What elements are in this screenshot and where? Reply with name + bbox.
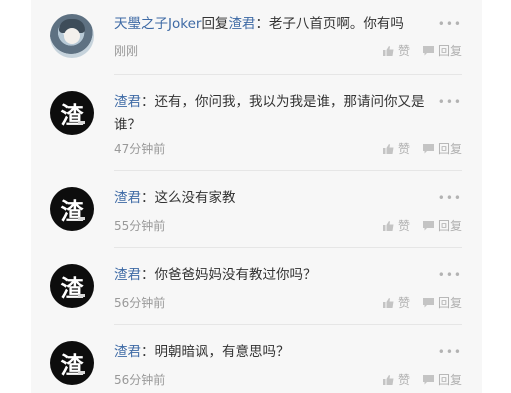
more-dots-icon[interactable]: ••• [438, 95, 462, 109]
comment-time: 47分钟前 [114, 142, 166, 156]
like-button[interactable]: 赞 [382, 42, 410, 59]
comment-text: 渣君：还有，你问我，我以为我是谁，那请问你又是谁？ [114, 91, 444, 137]
chat-bubble-icon [422, 374, 434, 384]
comment-time: 56分钟前 [114, 373, 166, 387]
avatar-glyph: 渣 [60, 352, 84, 379]
avatar[interactable]: 渣 [50, 341, 94, 385]
reply-target-username[interactable]: 渣君 [228, 16, 255, 32]
thumbs-up-icon [382, 45, 394, 56]
reply-button[interactable]: 回复 [422, 140, 462, 157]
avatar-stamp [78, 217, 85, 220]
more-dots-icon[interactable]: ••• [438, 191, 462, 205]
like-button[interactable]: 赞 [382, 371, 410, 388]
avatar-glyph: 渣 [60, 198, 84, 225]
chat-bubble-icon [422, 143, 434, 153]
comment-content: ：老子八首页啊。你有吗 [255, 16, 404, 32]
thumbs-up-icon [382, 297, 394, 308]
comment-username[interactable]: 渣君 [114, 267, 141, 283]
comment-list: 天璺之子Joker回复渣君：老子八首页啊。你有吗 ••• 刚刚 赞 回复 渣 渣… [31, 0, 482, 393]
comment-text: 渣君：这么没有家教 [114, 187, 444, 210]
comment-username[interactable]: 渣君 [114, 190, 141, 206]
comment-time: 55分钟前 [114, 219, 166, 233]
like-label: 赞 [397, 142, 410, 156]
comment-username[interactable]: 天璺之子Joker [114, 16, 201, 32]
like-button[interactable]: 赞 [382, 217, 410, 234]
avatar-stamp [78, 371, 85, 374]
reply-label: 回复 [437, 142, 462, 156]
more-dots-icon[interactable]: ••• [438, 17, 462, 31]
reply-word: 回复 [201, 16, 229, 32]
comment-item: 渣 渣君：还有，你问我，我以为我是谁，那请问你又是谁？ ••• 47分钟前 赞 … [31, 75, 482, 171]
reply-label: 回复 [437, 44, 462, 58]
reply-label: 回复 [437, 373, 462, 387]
comment-actions: 赞 回复 [382, 371, 462, 388]
like-label: 赞 [397, 219, 410, 233]
avatar[interactable]: 渣 [50, 187, 94, 231]
reply-button[interactable]: 回复 [422, 42, 462, 59]
comment-actions: 赞 回复 [382, 140, 462, 157]
comment-username[interactable]: 渣君 [114, 344, 141, 360]
avatar-stamp [78, 294, 85, 297]
comment-time: 56分钟前 [114, 296, 166, 310]
chat-bubble-icon [422, 220, 434, 230]
comment-item: 渣 渣君：你爸爸妈妈没有教过你吗？ ••• 56分钟前 赞 回复 [31, 248, 482, 325]
comment-item: 渣 渣君：明朝暗讽，有意思吗？ ••• 56分钟前 赞 回复 [31, 325, 482, 393]
comment-text: 渣君：你爸爸妈妈没有教过你吗？ [114, 264, 444, 287]
comment-actions: 赞 回复 [382, 42, 462, 59]
avatar-stamp [78, 121, 85, 124]
comment-item: 天璺之子Joker回复渣君：老子八首页啊。你有吗 ••• 刚刚 赞 回复 [31, 0, 482, 75]
like-button[interactable]: 赞 [382, 294, 410, 311]
like-label: 赞 [397, 296, 410, 310]
avatar-glyph: 渣 [60, 275, 84, 302]
like-label: 赞 [397, 373, 410, 387]
chat-bubble-icon [422, 45, 434, 55]
more-dots-icon[interactable]: ••• [438, 345, 462, 359]
comment-text: 天璺之子Joker回复渣君：老子八首页啊。你有吗 [114, 13, 444, 36]
comment-actions: 赞 回复 [382, 217, 462, 234]
avatar[interactable] [50, 14, 94, 58]
like-label: 赞 [397, 44, 410, 58]
more-dots-icon[interactable]: ••• [438, 268, 462, 282]
comment-content: ：你爸爸妈妈没有教过你吗？ [141, 267, 317, 283]
comment-time: 刚刚 [114, 44, 139, 58]
avatar-face [64, 28, 80, 44]
reply-button[interactable]: 回复 [422, 217, 462, 234]
comment-item: 渣 渣君：这么没有家教 ••• 55分钟前 赞 回复 [31, 171, 482, 248]
reply-label: 回复 [437, 219, 462, 233]
like-button[interactable]: 赞 [382, 140, 410, 157]
comment-username[interactable]: 渣君 [114, 94, 141, 110]
comment-content: ：明朝暗讽，有意思吗？ [141, 344, 290, 360]
thumbs-up-icon [382, 220, 394, 231]
avatar[interactable]: 渣 [50, 264, 94, 308]
thumbs-up-icon [382, 374, 394, 385]
reply-label: 回复 [437, 296, 462, 310]
thumbs-up-icon [382, 143, 394, 154]
chat-bubble-icon [422, 297, 434, 307]
comment-text: 渣君：明朝暗讽，有意思吗？ [114, 341, 444, 364]
comment-actions: 赞 回复 [382, 294, 462, 311]
avatar-glyph: 渣 [60, 102, 84, 129]
avatar[interactable]: 渣 [50, 91, 94, 135]
comment-content: ：还有，你问我，我以为我是谁，那请问你又是谁？ [114, 94, 425, 133]
reply-button[interactable]: 回复 [422, 294, 462, 311]
reply-button[interactable]: 回复 [422, 371, 462, 388]
comment-content: ：这么没有家教 [141, 190, 236, 206]
